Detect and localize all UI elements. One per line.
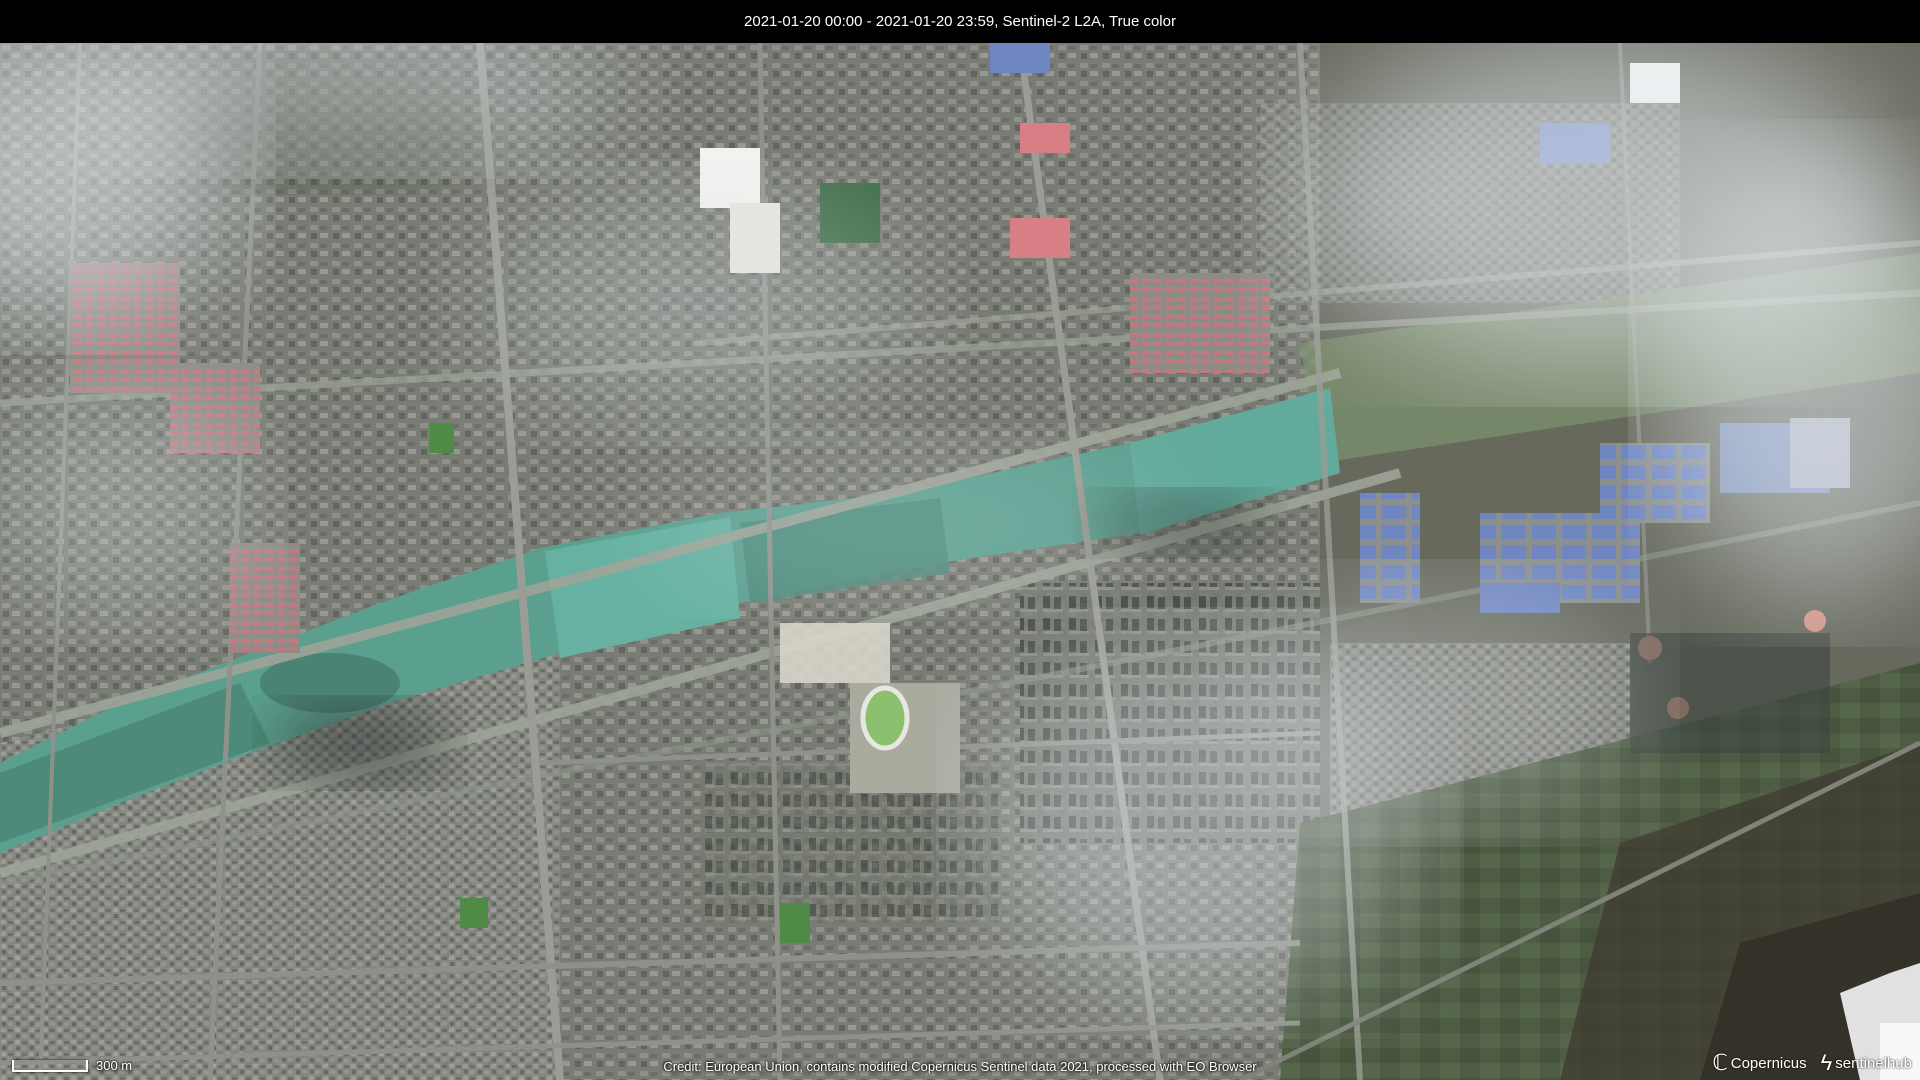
copernicus-logo: ℂ Copernicus	[1712, 1050, 1807, 1075]
copernicus-c-icon: ℂ	[1712, 1050, 1728, 1075]
image-credit: Credit: European Union, contains modifie…	[0, 1059, 1920, 1074]
credit-text: Credit: European Union, contains modifie…	[663, 1059, 1257, 1074]
satellite-scene	[0, 43, 1920, 1080]
eo-browser-screenshot: 2021-01-20 00:00 - 2021-01-20 23:59, Sen…	[0, 0, 1920, 1080]
image-header-bar: 2021-01-20 00:00 - 2021-01-20 23:59, Sen…	[0, 0, 1920, 43]
sentinelhub-logo: ϟ sentinelhub	[1820, 1050, 1912, 1075]
image-title: 2021-01-20 00:00 - 2021-01-20 23:59, Sen…	[744, 13, 1176, 30]
sentinelhub-bolt-icon: ϟ	[1820, 1050, 1833, 1075]
provider-logos: ℂ Copernicus ϟ sentinelhub	[1712, 1052, 1912, 1074]
satellite-image[interactable]	[0, 43, 1920, 1080]
